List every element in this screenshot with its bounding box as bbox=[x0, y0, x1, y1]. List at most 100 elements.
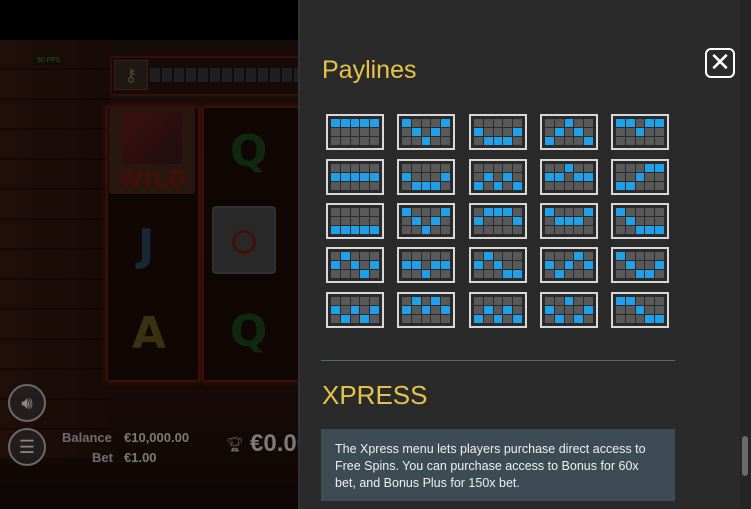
payline-cell bbox=[431, 270, 441, 278]
scrollbar-thumb[interactable] bbox=[742, 436, 748, 476]
payline-cell bbox=[441, 119, 450, 127]
payline-cell bbox=[625, 261, 635, 269]
close-icon[interactable]: ✕ bbox=[705, 48, 735, 78]
payline-cell bbox=[564, 137, 574, 145]
payline-cell bbox=[421, 217, 431, 225]
payline-cell bbox=[625, 182, 635, 190]
payline-cell bbox=[574, 173, 584, 181]
payline-cell bbox=[411, 270, 421, 278]
payline-1 bbox=[326, 114, 384, 150]
payline-cell bbox=[350, 173, 360, 181]
payline-cell bbox=[474, 226, 483, 234]
payline-cell bbox=[340, 173, 350, 181]
payline-cell bbox=[493, 261, 503, 269]
payline-cell bbox=[513, 226, 522, 234]
payline-cell bbox=[402, 252, 411, 260]
payline-cell bbox=[402, 270, 411, 278]
payline-cell bbox=[584, 315, 593, 323]
payline-cell bbox=[616, 137, 625, 145]
payline-cell bbox=[340, 217, 350, 225]
payline-cell bbox=[645, 306, 655, 314]
payline-cell bbox=[331, 173, 340, 181]
win-value: €0.00 bbox=[250, 430, 300, 457]
payline-cell bbox=[431, 119, 441, 127]
payline-cell bbox=[564, 252, 574, 260]
payline-cell bbox=[513, 315, 522, 323]
payline-cell bbox=[655, 128, 664, 136]
payline-cell bbox=[616, 297, 625, 305]
payline-cell bbox=[645, 173, 655, 181]
payline-cell bbox=[616, 164, 625, 172]
payline-cell bbox=[402, 173, 411, 181]
payline-cell bbox=[574, 297, 584, 305]
payline-cell bbox=[554, 119, 564, 127]
payline-cell bbox=[564, 261, 574, 269]
payline-cell bbox=[513, 306, 522, 314]
payline-cell bbox=[431, 182, 441, 190]
payline-cell bbox=[421, 252, 431, 260]
payline-cell bbox=[402, 137, 411, 145]
payline-cell bbox=[584, 182, 593, 190]
payline-2 bbox=[397, 114, 455, 150]
payline-cell bbox=[483, 137, 493, 145]
payline-cell bbox=[574, 306, 584, 314]
payline-cell bbox=[340, 137, 350, 145]
menu-icon[interactable]: ☰ bbox=[8, 428, 46, 466]
payline-cell bbox=[483, 164, 493, 172]
payline-cell bbox=[513, 270, 522, 278]
payline-cell bbox=[655, 315, 664, 323]
payline-cell bbox=[655, 137, 664, 145]
payline-cell bbox=[474, 182, 483, 190]
xpress-title: XPRESS bbox=[322, 380, 428, 410]
payline-cell bbox=[545, 270, 554, 278]
payline-cell bbox=[625, 226, 635, 234]
payline-cell bbox=[584, 217, 593, 225]
payline-cell bbox=[350, 297, 360, 305]
payline-11 bbox=[326, 203, 384, 239]
payline-cell bbox=[474, 252, 483, 260]
payline-cell bbox=[340, 226, 350, 234]
scrollbar-track[interactable] bbox=[740, 0, 751, 509]
payline-cell bbox=[645, 164, 655, 172]
payline-cell bbox=[503, 173, 513, 181]
payline-cell bbox=[545, 252, 554, 260]
payline-cell bbox=[645, 226, 655, 234]
payline-cell bbox=[421, 315, 431, 323]
payline-cell bbox=[474, 164, 483, 172]
payline-cell bbox=[584, 306, 593, 314]
payline-cell bbox=[616, 252, 625, 260]
sound-icon[interactable]: 🔊︎ bbox=[8, 384, 46, 422]
payline-cell bbox=[411, 182, 421, 190]
payline-cell bbox=[331, 261, 340, 269]
payline-cell bbox=[431, 164, 441, 172]
payline-cell bbox=[655, 252, 664, 260]
payline-cell bbox=[503, 226, 513, 234]
xpress-description: The Xpress menu lets players purchase di… bbox=[321, 429, 675, 501]
payline-cell bbox=[370, 137, 379, 145]
payline-cell bbox=[340, 182, 350, 190]
payline-cell bbox=[474, 315, 483, 323]
payline-cell bbox=[370, 297, 379, 305]
payline-cell bbox=[350, 315, 360, 323]
payline-cell bbox=[360, 297, 370, 305]
payline-cell bbox=[503, 128, 513, 136]
payline-cell bbox=[431, 261, 441, 269]
payline-14 bbox=[540, 203, 598, 239]
payline-cell bbox=[503, 164, 513, 172]
payline-cell bbox=[616, 261, 625, 269]
payline-cell bbox=[360, 173, 370, 181]
payline-cell bbox=[331, 306, 340, 314]
payline-cell bbox=[493, 297, 503, 305]
payline-cell bbox=[574, 226, 584, 234]
payline-6 bbox=[326, 159, 384, 195]
payline-12 bbox=[397, 203, 455, 239]
payline-cell bbox=[474, 137, 483, 145]
payline-cell bbox=[616, 208, 625, 216]
payline-cell bbox=[635, 261, 645, 269]
payline-cell bbox=[421, 226, 431, 234]
payline-cell bbox=[483, 261, 493, 269]
payline-cell bbox=[421, 306, 431, 314]
payline-cell bbox=[421, 297, 431, 305]
payline-23 bbox=[469, 292, 527, 328]
payline-cell bbox=[411, 119, 421, 127]
